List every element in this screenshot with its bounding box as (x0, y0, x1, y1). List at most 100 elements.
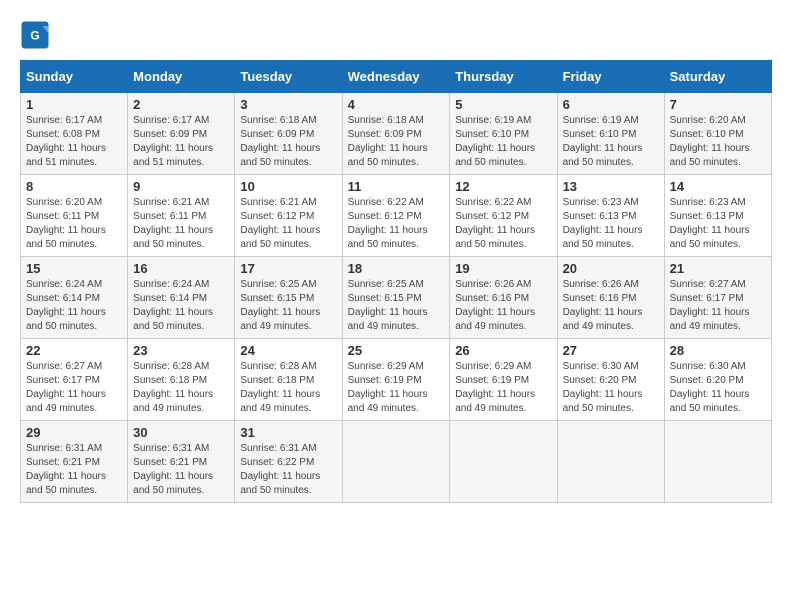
week-row-5: 29Sunrise: 6:31 AM Sunset: 6:21 PM Dayli… (21, 421, 772, 503)
calendar-cell: 17 Sunrise: 6:25 AM Sunset: 6:15 PM Dayli… (235, 257, 342, 339)
calendar-cell: 16 Sunrise: 6:24 AM Sunset: 6:14 PM Dayli… (128, 257, 235, 339)
calendar-cell: 25Sunrise: 6:29 AM Sunset: 6:19 PM Dayli… (342, 339, 450, 421)
calendar-cell: 13 Sunrise: 6:23 AM Sunset: 6:13 PM Dayli… (557, 175, 664, 257)
day-number: 20 (563, 261, 659, 276)
header-day-wednesday: Wednesday (342, 61, 450, 93)
day-number: 12 (455, 179, 551, 194)
day-number: 3 (240, 97, 336, 112)
day-number: 26 (455, 343, 551, 358)
day-number: 17 (240, 261, 336, 276)
calendar-cell (557, 421, 664, 503)
day-info: Sunrise: 6:29 AM Sunset: 6:19 PM Dayligh… (455, 360, 551, 416)
day-info: Sunrise: 6:23 AM Sunset: 6:13 PM Dayligh… (563, 196, 659, 252)
day-number: 28 (670, 343, 766, 358)
calendar-cell: 22 Sunrise: 6:27 AM Sunset: 6:17 PM Dayli… (21, 339, 128, 421)
header-day-thursday: Thursday (450, 61, 557, 93)
day-number: 21 (670, 261, 766, 276)
calendar-cell: 3 Sunrise: 6:18 AM Sunset: 6:09 PM Daylig… (235, 93, 342, 175)
day-number: 30 (133, 425, 229, 440)
day-info: Sunrise: 6:27 AM Sunset: 6:17 PM Dayligh… (670, 278, 766, 334)
calendar-cell: 10 Sunrise: 6:21 AM Sunset: 6:12 PM Dayli… (235, 175, 342, 257)
calendar-cell: 7 Sunrise: 6:20 AM Sunset: 6:10 PM Daylig… (664, 93, 771, 175)
calendar-cell (664, 421, 771, 503)
calendar-cell: 21 Sunrise: 6:27 AM Sunset: 6:17 PM Dayli… (664, 257, 771, 339)
calendar-cell: 15 Sunrise: 6:24 AM Sunset: 6:14 PM Dayli… (21, 257, 128, 339)
day-info: Sunrise: 6:26 AM Sunset: 6:16 PM Dayligh… (455, 278, 551, 334)
header-day-friday: Friday (557, 61, 664, 93)
day-number: 9 (133, 179, 229, 194)
week-row-2: 8Sunrise: 6:20 AM Sunset: 6:11 PM Daylig… (21, 175, 772, 257)
calendar-cell: 27 Sunrise: 6:30 AM Sunset: 6:20 PM Dayli… (557, 339, 664, 421)
day-info: Sunrise: 6:25 AM Sunset: 6:15 PM Dayligh… (348, 278, 445, 334)
header-day-monday: Monday (128, 61, 235, 93)
day-info: Sunrise: 6:17 AM Sunset: 6:09 PM Dayligh… (133, 114, 229, 170)
calendar-cell: 26 Sunrise: 6:29 AM Sunset: 6:19 PM Dayli… (450, 339, 557, 421)
day-info: Sunrise: 6:25 AM Sunset: 6:15 PM Dayligh… (240, 278, 336, 334)
calendar-header-row: SundayMondayTuesdayWednesdayThursdayFrid… (21, 61, 772, 93)
day-info: Sunrise: 6:22 AM Sunset: 6:12 PM Dayligh… (348, 196, 445, 252)
day-number: 10 (240, 179, 336, 194)
week-row-3: 15 Sunrise: 6:24 AM Sunset: 6:14 PM Dayli… (21, 257, 772, 339)
day-number: 6 (563, 97, 659, 112)
day-number: 24 (240, 343, 336, 358)
calendar-cell: 28 Sunrise: 6:30 AM Sunset: 6:20 PM Dayli… (664, 339, 771, 421)
day-number: 22 (26, 343, 122, 358)
day-info: Sunrise: 6:24 AM Sunset: 6:14 PM Dayligh… (133, 278, 229, 334)
calendar-cell (342, 421, 450, 503)
week-row-1: 1Sunrise: 6:17 AM Sunset: 6:08 PM Daylig… (21, 93, 772, 175)
calendar-cell (450, 421, 557, 503)
day-number: 16 (133, 261, 229, 276)
calendar-cell: 18 Sunrise: 6:25 AM Sunset: 6:15 PM Dayli… (342, 257, 450, 339)
day-info: Sunrise: 6:30 AM Sunset: 6:20 PM Dayligh… (563, 360, 659, 416)
day-number: 15 (26, 261, 122, 276)
header-day-tuesday: Tuesday (235, 61, 342, 93)
calendar-cell: 4 Sunrise: 6:18 AM Sunset: 6:09 PM Daylig… (342, 93, 450, 175)
calendar-cell: 23Sunrise: 6:28 AM Sunset: 6:18 PM Dayli… (128, 339, 235, 421)
svg-text:G: G (30, 29, 39, 43)
calendar-cell: 31 Sunrise: 6:31 AM Sunset: 6:22 PM Dayli… (235, 421, 342, 503)
calendar-cell: 20Sunrise: 6:26 AM Sunset: 6:16 PM Dayli… (557, 257, 664, 339)
day-info: Sunrise: 6:18 AM Sunset: 6:09 PM Dayligh… (348, 114, 445, 170)
header-day-saturday: Saturday (664, 61, 771, 93)
calendar-cell: 9Sunrise: 6:21 AM Sunset: 6:11 PM Daylig… (128, 175, 235, 257)
day-info: Sunrise: 6:18 AM Sunset: 6:09 PM Dayligh… (240, 114, 336, 170)
day-info: Sunrise: 6:28 AM Sunset: 6:18 PM Dayligh… (240, 360, 336, 416)
day-info: Sunrise: 6:30 AM Sunset: 6:20 PM Dayligh… (670, 360, 766, 416)
day-number: 25 (348, 343, 445, 358)
calendar-table: SundayMondayTuesdayWednesdayThursdayFrid… (20, 60, 772, 503)
day-number: 1 (26, 97, 122, 112)
day-number: 4 (348, 97, 445, 112)
calendar-cell: 11Sunrise: 6:22 AM Sunset: 6:12 PM Dayli… (342, 175, 450, 257)
day-info: Sunrise: 6:23 AM Sunset: 6:13 PM Dayligh… (670, 196, 766, 252)
day-info: Sunrise: 6:19 AM Sunset: 6:10 PM Dayligh… (455, 114, 551, 170)
logo: G (20, 20, 56, 50)
day-info: Sunrise: 6:31 AM Sunset: 6:21 PM Dayligh… (26, 442, 122, 498)
day-info: Sunrise: 6:20 AM Sunset: 6:10 PM Dayligh… (670, 114, 766, 170)
header-day-sunday: Sunday (21, 61, 128, 93)
day-number: 7 (670, 97, 766, 112)
day-number: 13 (563, 179, 659, 194)
week-row-4: 22 Sunrise: 6:27 AM Sunset: 6:17 PM Dayli… (21, 339, 772, 421)
day-number: 18 (348, 261, 445, 276)
calendar-cell: 1Sunrise: 6:17 AM Sunset: 6:08 PM Daylig… (21, 93, 128, 175)
day-number: 27 (563, 343, 659, 358)
day-info: Sunrise: 6:24 AM Sunset: 6:14 PM Dayligh… (26, 278, 122, 334)
day-info: Sunrise: 6:31 AM Sunset: 6:22 PM Dayligh… (240, 442, 336, 498)
logo-icon: G (20, 20, 50, 50)
calendar-cell: 12 Sunrise: 6:22 AM Sunset: 6:12 PM Dayli… (450, 175, 557, 257)
day-number: 19 (455, 261, 551, 276)
day-info: Sunrise: 6:19 AM Sunset: 6:10 PM Dayligh… (563, 114, 659, 170)
day-info: Sunrise: 6:21 AM Sunset: 6:12 PM Dayligh… (240, 196, 336, 252)
day-info: Sunrise: 6:27 AM Sunset: 6:17 PM Dayligh… (26, 360, 122, 416)
day-number: 31 (240, 425, 336, 440)
day-number: 23 (133, 343, 229, 358)
calendar-cell: 8Sunrise: 6:20 AM Sunset: 6:11 PM Daylig… (21, 175, 128, 257)
calendar-cell: 19 Sunrise: 6:26 AM Sunset: 6:16 PM Dayli… (450, 257, 557, 339)
calendar-cell: 6 Sunrise: 6:19 AM Sunset: 6:10 PM Daylig… (557, 93, 664, 175)
calendar-cell: 29Sunrise: 6:31 AM Sunset: 6:21 PM Dayli… (21, 421, 128, 503)
day-number: 2 (133, 97, 229, 112)
day-number: 5 (455, 97, 551, 112)
calendar-cell: 5 Sunrise: 6:19 AM Sunset: 6:10 PM Daylig… (450, 93, 557, 175)
day-info: Sunrise: 6:22 AM Sunset: 6:12 PM Dayligh… (455, 196, 551, 252)
calendar-cell: 2 Sunrise: 6:17 AM Sunset: 6:09 PM Daylig… (128, 93, 235, 175)
